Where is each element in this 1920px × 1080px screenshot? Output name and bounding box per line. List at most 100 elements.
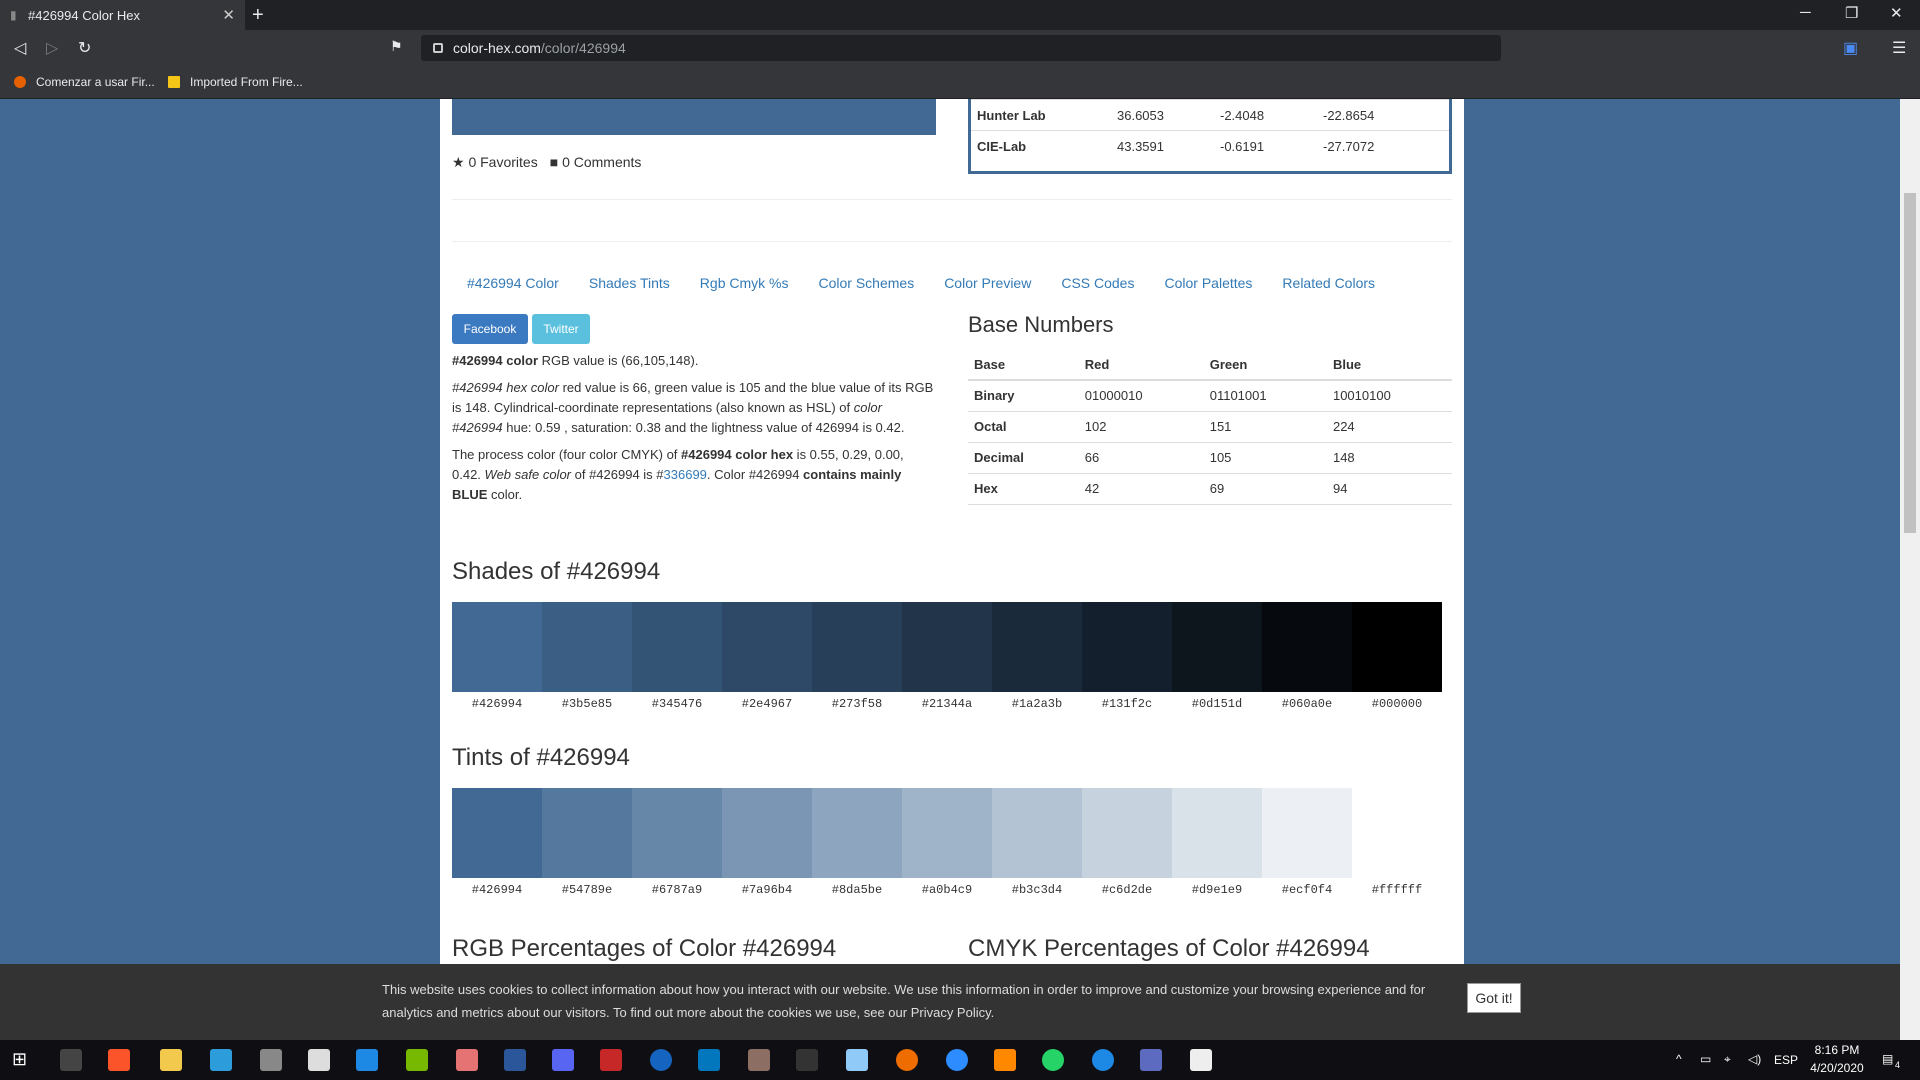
battery-icon[interactable]: ▭ <box>1700 1052 1711 1066</box>
color-cell[interactable]: #273f58 <box>812 602 902 711</box>
color-cell[interactable]: #131f2c <box>1082 602 1172 711</box>
reload-icon[interactable]: ↻ <box>78 38 91 58</box>
color-cell[interactable]: #21344a <box>902 602 992 711</box>
bookmark-folder[interactable]: Imported From Fire... <box>168 75 303 89</box>
clock-time[interactable]: 8:16 PM <box>1812 1043 1862 1057</box>
color-swatch[interactable] <box>812 602 902 692</box>
forward-icon[interactable]: ▷ <box>46 38 58 58</box>
color-swatch[interactable] <box>542 788 632 878</box>
color-hex-label[interactable]: #1a2a3b <box>992 697 1082 711</box>
color-hex-label[interactable]: #000000 <box>1352 697 1442 711</box>
app-icon[interactable] <box>846 1049 868 1071</box>
color-cell[interactable]: #ffffff <box>1352 788 1442 897</box>
bookmark-icon[interactable]: ⚑ <box>390 38 403 55</box>
whatsapp-icon[interactable] <box>1042 1049 1064 1071</box>
color-cell[interactable]: #a0b4c9 <box>902 788 992 897</box>
nav-link-preview[interactable]: Color Preview <box>929 275 1046 291</box>
discord-icon[interactable] <box>552 1049 574 1071</box>
color-swatch[interactable] <box>992 602 1082 692</box>
color-swatch[interactable] <box>632 788 722 878</box>
app-icon[interactable] <box>356 1049 378 1071</box>
nav-link-css[interactable]: CSS Codes <box>1046 275 1149 291</box>
start-icon[interactable]: ⊞ <box>12 1049 34 1071</box>
notifications-icon[interactable]: ▤ <box>1882 1052 1893 1066</box>
nav-link-rgb-cmyk[interactable]: Rgb Cmyk %s <box>685 275 804 291</box>
close-window-icon[interactable]: ✕ <box>1890 4 1903 22</box>
color-hex-label[interactable]: #3b5e85 <box>542 697 632 711</box>
color-cell[interactable]: #426994 <box>452 788 542 897</box>
tray-chevron-icon[interactable]: ^ <box>1676 1052 1682 1066</box>
color-swatch[interactable] <box>1082 788 1172 878</box>
new-tab-icon[interactable]: + <box>252 4 264 27</box>
color-swatch[interactable] <box>902 788 992 878</box>
color-hex-label[interactable]: #d9e1e9 <box>1172 883 1262 897</box>
color-cell[interactable]: #b3c3d4 <box>992 788 1082 897</box>
color-hex-label[interactable]: #54789e <box>542 883 632 897</box>
color-hex-label[interactable]: #a0b4c9 <box>902 883 992 897</box>
color-swatch[interactable] <box>1172 788 1262 878</box>
color-swatch[interactable] <box>1262 602 1352 692</box>
app-icon[interactable] <box>748 1049 770 1071</box>
color-swatch[interactable] <box>1262 788 1352 878</box>
file-explorer-icon[interactable] <box>160 1049 182 1071</box>
ubuntu-icon[interactable] <box>896 1049 918 1071</box>
color-cell[interactable]: #2e4967 <box>722 602 812 711</box>
address-bar[interactable]: color-hex.com/color/426994 <box>421 35 1501 61</box>
color-swatch[interactable] <box>1172 602 1262 692</box>
color-swatch[interactable] <box>722 602 812 692</box>
nvidia-icon[interactable] <box>406 1049 428 1071</box>
color-swatch[interactable] <box>812 788 902 878</box>
clock-date[interactable]: 4/20/2020 <box>1808 1061 1866 1075</box>
color-cell[interactable]: #d9e1e9 <box>1172 788 1262 897</box>
app-icon[interactable] <box>796 1049 818 1071</box>
nav-link-related[interactable]: Related Colors <box>1267 275 1390 291</box>
translate-icon[interactable]: ▣ <box>1843 38 1858 58</box>
app-icon[interactable] <box>650 1049 672 1071</box>
restore-icon[interactable]: ❐ <box>1845 4 1858 22</box>
color-swatch[interactable] <box>452 788 542 878</box>
color-cell[interactable]: #6787a9 <box>632 788 722 897</box>
word-icon[interactable] <box>504 1049 526 1071</box>
color-cell[interactable]: #1a2a3b <box>992 602 1082 711</box>
color-hex-label[interactable]: #426994 <box>452 883 542 897</box>
comments[interactable]: ■ 0 Comments <box>550 154 642 171</box>
app-icon[interactable] <box>210 1049 232 1071</box>
color-hex-label[interactable]: #c6d2de <box>1082 883 1172 897</box>
color-hex-label[interactable]: #ffffff <box>1352 883 1442 897</box>
task-view-icon[interactable] <box>60 1049 82 1071</box>
color-cell[interactable]: #426994 <box>452 602 542 711</box>
cookie-accept-button[interactable]: Got it! <box>1467 983 1521 1013</box>
app-icon[interactable] <box>1140 1049 1162 1071</box>
zoom-icon[interactable] <box>946 1049 968 1071</box>
color-cell[interactable]: #000000 <box>1352 602 1442 711</box>
app-icon[interactable] <box>260 1049 282 1071</box>
edge-icon[interactable] <box>1092 1049 1114 1071</box>
color-hex-label[interactable]: #2e4967 <box>722 697 812 711</box>
page-scrollbar[interactable] <box>1900 99 1920 1040</box>
7zip-icon[interactable] <box>308 1049 330 1071</box>
color-hex-label[interactable]: #345476 <box>632 697 722 711</box>
color-swatch[interactable] <box>902 602 992 692</box>
color-cell[interactable]: #0d151d <box>1172 602 1262 711</box>
nav-link-palettes[interactable]: Color Palettes <box>1149 275 1267 291</box>
color-swatch[interactable] <box>1352 788 1442 878</box>
color-cell[interactable]: #3b5e85 <box>542 602 632 711</box>
color-hex-label[interactable]: #0d151d <box>1172 697 1262 711</box>
vlc-icon[interactable] <box>994 1049 1016 1071</box>
color-hex-label[interactable]: #ecf0f4 <box>1262 883 1352 897</box>
nav-link-color[interactable]: #426994 Color <box>452 275 574 291</box>
twitter-button[interactable]: Twitter <box>532 314 590 344</box>
color-swatch[interactable] <box>992 788 1082 878</box>
minimize-icon[interactable]: ─ <box>1800 4 1811 21</box>
nav-link-shades[interactable]: Shades Tints <box>574 275 685 291</box>
color-swatch[interactable] <box>722 788 812 878</box>
app-icon[interactable] <box>456 1049 478 1071</box>
browser-tab[interactable]: ▮ #426994 Color Hex ✕ <box>0 0 245 30</box>
nav-link-schemes[interactable]: Color Schemes <box>803 275 929 291</box>
app-icon[interactable] <box>698 1049 720 1071</box>
color-hex-label[interactable]: #6787a9 <box>632 883 722 897</box>
color-cell[interactable]: #345476 <box>632 602 722 711</box>
menu-icon[interactable]: ☰ <box>1892 38 1906 58</box>
color-cell[interactable]: #c6d2de <box>1082 788 1172 897</box>
back-icon[interactable]: ◁ <box>14 38 26 58</box>
